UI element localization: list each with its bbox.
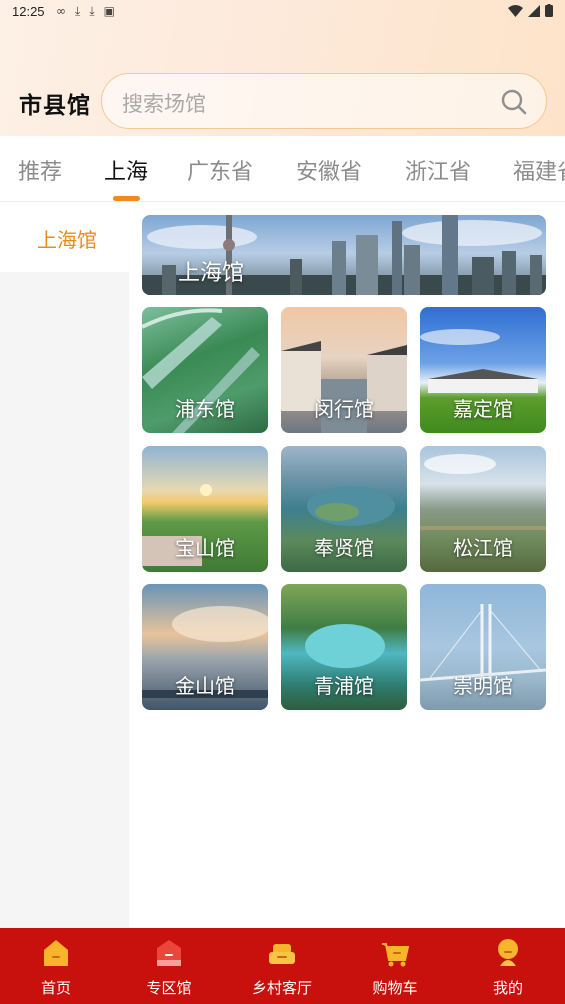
user-icon bbox=[498, 939, 518, 966]
tab-recommend[interactable]: 推荐 bbox=[18, 154, 62, 186]
tile-label: 闵行馆 bbox=[314, 397, 374, 421]
home-icon bbox=[44, 940, 68, 966]
download-icon: ⤓ bbox=[89, 4, 95, 18]
bottom-nav: 首页 专区馆 乡村客厅 购物车 我的 bbox=[0, 928, 565, 1004]
sidebar-item-label: 上海馆 bbox=[37, 228, 97, 252]
active-tab-indicator bbox=[113, 196, 140, 201]
tab-guangdong[interactable]: 广东省 bbox=[187, 154, 253, 186]
cart-icon bbox=[382, 943, 409, 967]
status-time: 12:25 bbox=[12, 4, 45, 19]
tile-label: 奉贤馆 bbox=[314, 536, 374, 560]
tab-shanghai[interactable]: 上海 bbox=[104, 154, 148, 186]
tab-fujian[interactable]: 福建省 bbox=[513, 154, 565, 186]
tab-anhui[interactable]: 安徽省 bbox=[296, 154, 362, 186]
nav-pavilion[interactable]: 专区馆 bbox=[124, 928, 214, 1004]
nav-cart[interactable]: 购物车 bbox=[350, 928, 440, 1004]
tile-label: 金山馆 bbox=[175, 674, 235, 698]
search-input[interactable]: 搜索场馆 bbox=[101, 73, 547, 129]
banner-shanghai[interactable]: 上海馆 bbox=[142, 215, 546, 295]
tab-zhejiang[interactable]: 浙江省 bbox=[405, 154, 471, 186]
district-tile-minhang[interactable]: 闵行馆 bbox=[281, 307, 407, 433]
district-tile-jinshan[interactable]: 金山馆 bbox=[142, 584, 268, 710]
sofa-icon bbox=[269, 944, 295, 964]
search-icon[interactable] bbox=[500, 88, 528, 116]
wifi-icon bbox=[508, 4, 523, 17]
district-tile-jiading[interactable]: 嘉定馆 bbox=[420, 307, 546, 433]
district-tile-qingpu[interactable]: 青浦馆 bbox=[281, 584, 407, 710]
notification-icons: ∞ ⤓ ⤓ ▣ bbox=[56, 4, 115, 19]
header: 市县馆 搜索场馆 bbox=[0, 72, 565, 130]
nav-label: 首页 bbox=[40, 979, 71, 997]
nav-label: 乡村客厅 bbox=[251, 979, 312, 997]
nav-label: 购物车 bbox=[372, 979, 418, 997]
system-icons bbox=[508, 4, 553, 17]
district-tile-pudong[interactable]: 浦东馆 bbox=[142, 307, 268, 433]
tile-label: 崇明馆 bbox=[453, 674, 513, 698]
district-tile-songjiang[interactable]: 松江馆 bbox=[420, 446, 546, 572]
nav-village[interactable]: 乡村客厅 bbox=[237, 928, 327, 1004]
tile-label: 嘉定馆 bbox=[453, 397, 513, 421]
page-title: 市县馆 bbox=[19, 93, 91, 119]
sidebar-item-shanghai[interactable]: 上海馆 bbox=[0, 202, 129, 272]
district-tile-fengxian[interactable]: 奉贤馆 bbox=[281, 446, 407, 572]
signal-icon bbox=[528, 4, 540, 17]
district-tile-chongming[interactable]: 崇明馆 bbox=[420, 584, 546, 710]
tile-label: 松江馆 bbox=[453, 536, 513, 560]
nav-home[interactable]: 首页 bbox=[11, 928, 101, 1004]
battery-icon bbox=[545, 4, 553, 17]
tile-label: 浦东馆 bbox=[175, 397, 235, 421]
province-tabs: 推荐 上海 广东省 安徽省 浙江省 福建省 bbox=[0, 136, 565, 202]
sidebar: 上海馆 bbox=[0, 202, 129, 928]
search-placeholder: 搜索场馆 bbox=[122, 92, 206, 116]
nav-mine[interactable]: 我的 bbox=[463, 928, 553, 1004]
district-tile-baoshan[interactable]: 宝山馆 bbox=[142, 446, 268, 572]
nav-label: 我的 bbox=[492, 979, 523, 997]
app-icon: ▣ bbox=[103, 4, 115, 18]
banner-label: 上海馆 bbox=[178, 261, 245, 286]
pavilion-icon bbox=[157, 940, 181, 966]
tile-label: 青浦馆 bbox=[314, 674, 374, 698]
status-bar: 12:25 ∞ ⤓ ⤓ ▣ bbox=[0, 0, 565, 24]
infinity-icon: ∞ bbox=[56, 4, 66, 18]
nav-label: 专区馆 bbox=[146, 979, 192, 997]
download-icon: ⤓ bbox=[75, 4, 81, 18]
tile-label: 宝山馆 bbox=[175, 536, 235, 560]
